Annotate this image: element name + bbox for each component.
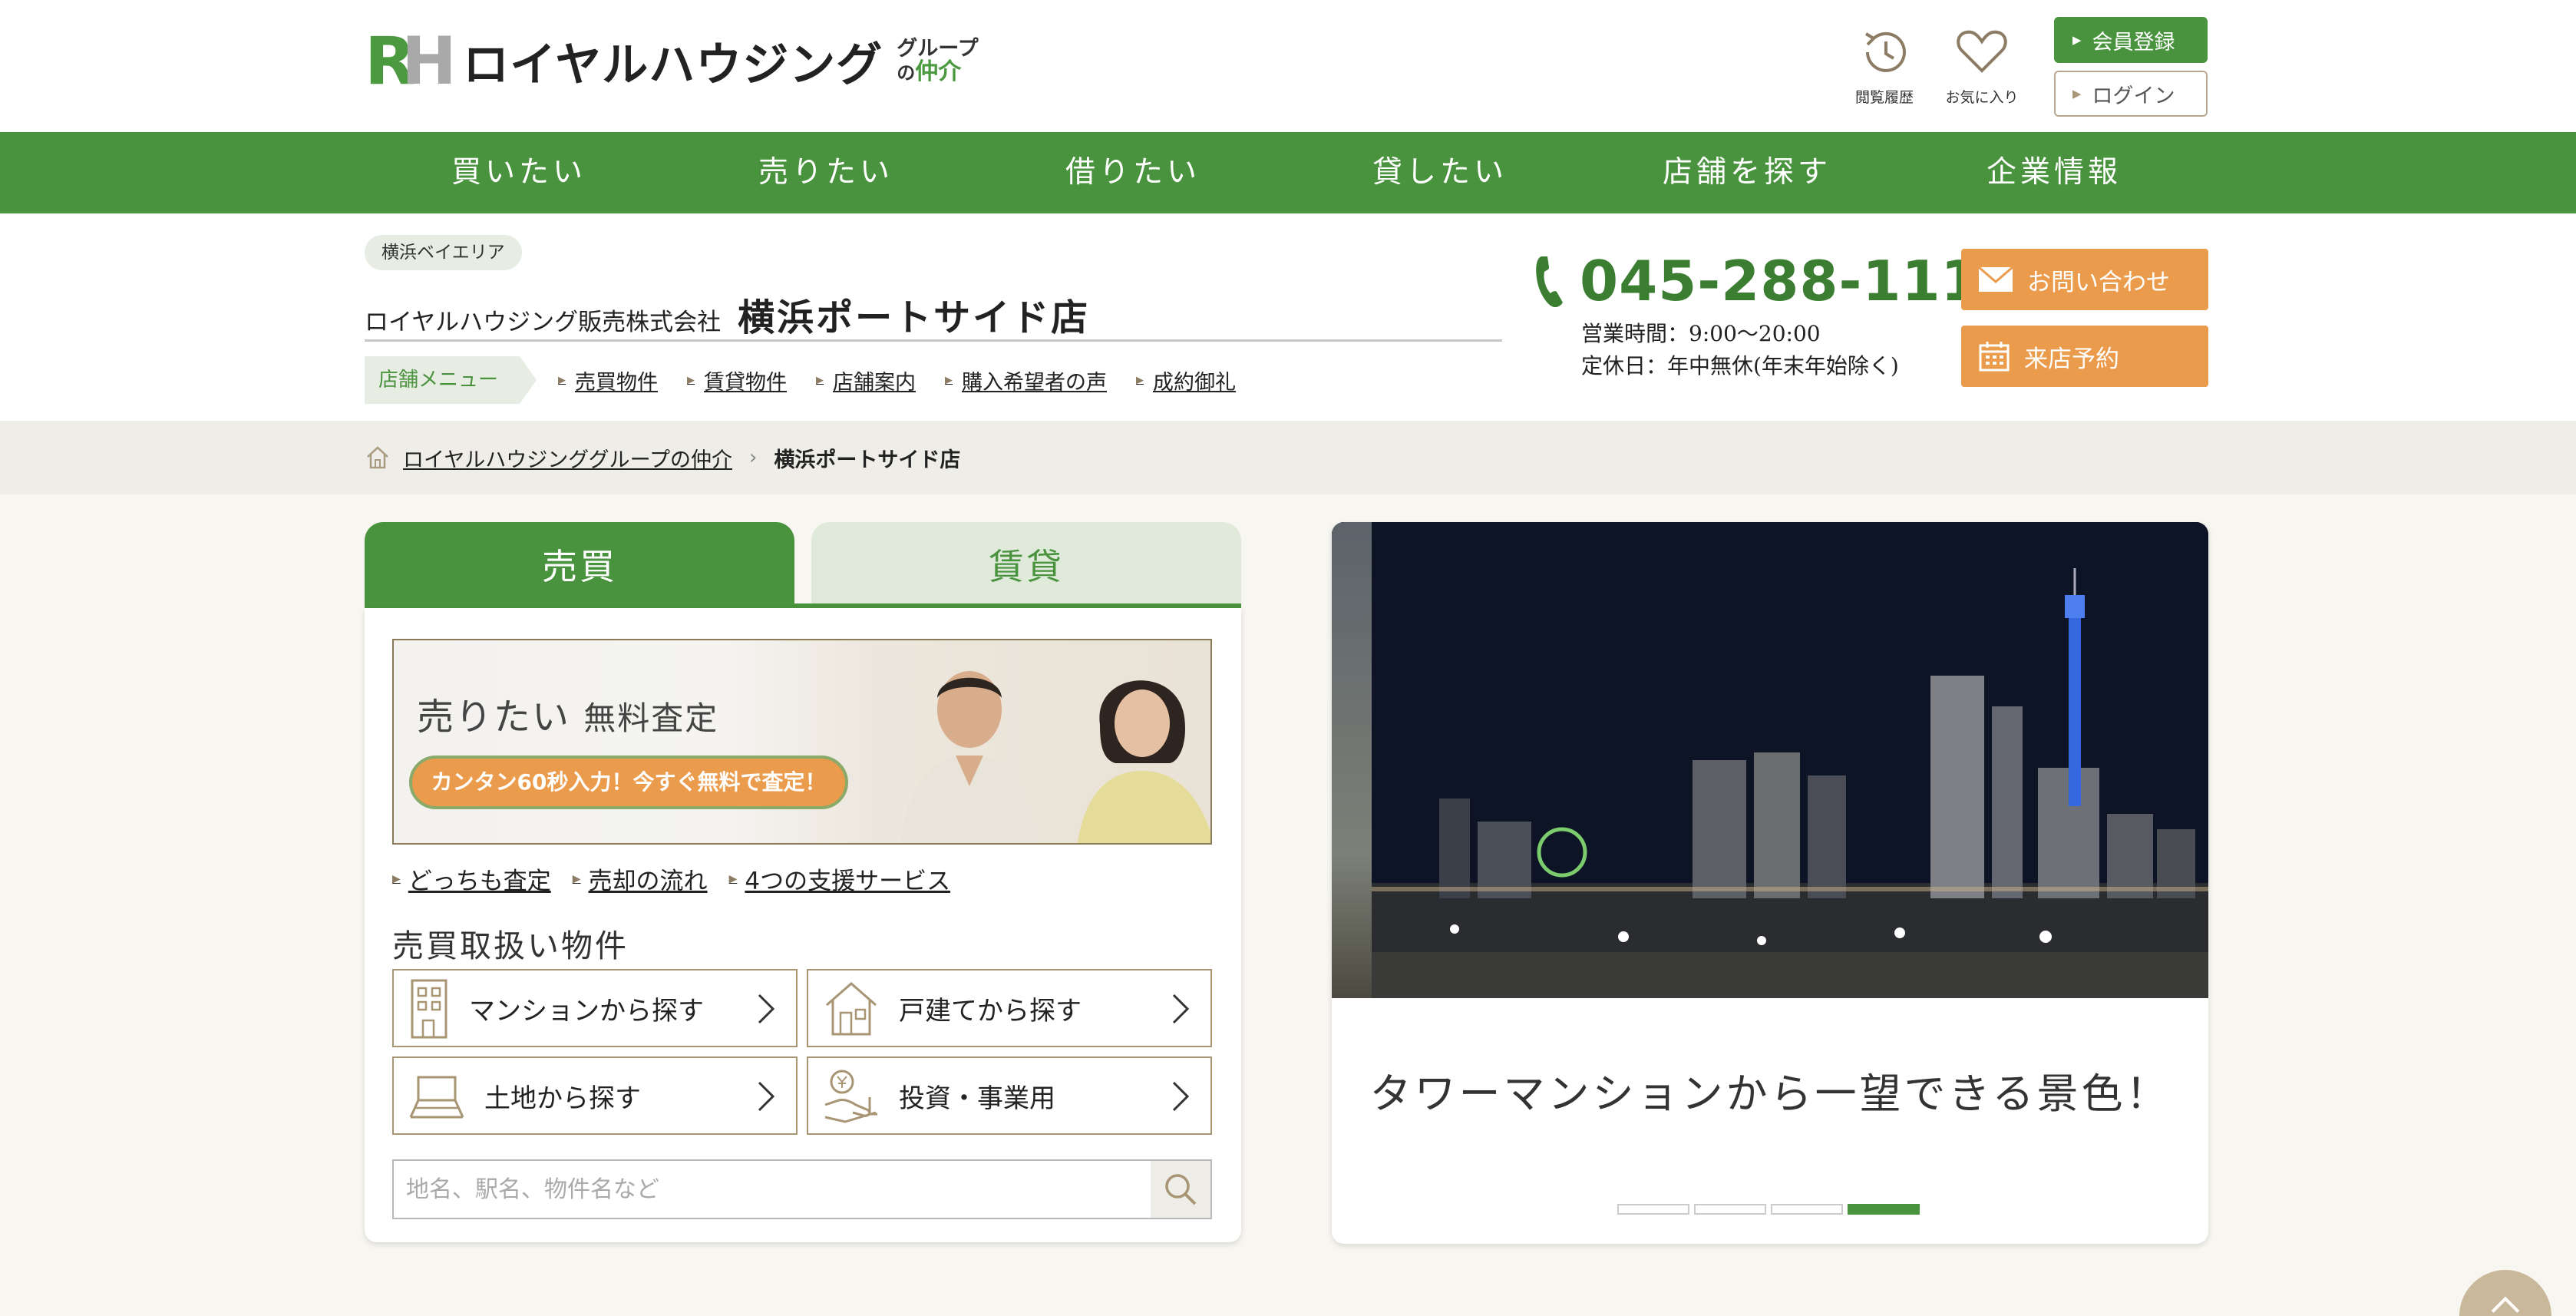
triangle-right-icon: ▶ bbox=[687, 374, 695, 386]
tab-buy-sell[interactable]: 売買 bbox=[365, 522, 794, 608]
night-city-photo bbox=[1332, 522, 2208, 998]
login-button[interactable]: ▶ ログイン bbox=[2054, 71, 2208, 117]
history-button[interactable]: 閲覧履歴 bbox=[1842, 28, 1927, 107]
page-top-button[interactable] bbox=[2459, 1270, 2551, 1316]
calendar-icon bbox=[1979, 342, 2010, 372]
store-menu-sale[interactable]: ▶ 売買物件 bbox=[558, 365, 658, 395]
logo-subtext: グループ の仲介 bbox=[897, 36, 979, 85]
mail-icon bbox=[1978, 266, 2013, 292]
triangle-right-icon: ▶ bbox=[945, 374, 953, 386]
chevron-right-icon bbox=[758, 1081, 775, 1112]
store-menu-label: 店舗メニュー bbox=[365, 356, 537, 404]
breadcrumb: ロイヤルハウジンググループの仲介 › 横浜ポートサイド店 bbox=[0, 421, 2576, 494]
link-sale-flow[interactable]: ▶ 売却の流れ bbox=[573, 861, 708, 896]
banner-cta: カンタン60秒入力！今すぐ無料で査定！ bbox=[409, 756, 848, 809]
triangle-right-icon: ▶ bbox=[816, 374, 824, 386]
divider bbox=[365, 339, 1502, 342]
business-hours: 営業時間：9:00〜20:00 定休日：年中無休(年末年始除く) bbox=[1581, 321, 1899, 379]
link-support-services[interactable]: ▶ 4つの支援サービス bbox=[729, 861, 951, 896]
previous-slide-peek bbox=[1332, 522, 1372, 998]
chevron-right-icon bbox=[1172, 994, 1190, 1024]
chevron-up-icon bbox=[2491, 1296, 2520, 1316]
heart-icon bbox=[1957, 30, 2007, 73]
triangle-right-icon: ▶ bbox=[558, 374, 566, 386]
search-land-button[interactable]: 土地から探す bbox=[392, 1056, 798, 1135]
area-badge: 横浜ベイエリア bbox=[365, 235, 522, 270]
man-photo bbox=[900, 671, 1042, 843]
slider-dot-3[interactable] bbox=[1771, 1204, 1843, 1215]
clock-icon bbox=[1864, 31, 1906, 72]
logo-mark-icon: RH bbox=[365, 22, 457, 100]
breadcrumb-home[interactable]: ロイヤルハウジンググループの仲介 bbox=[403, 443, 732, 473]
site-header: RH ロイヤルハウジング グループ の仲介 閲覧履歴 お気に入り ▶ 会員登録 … bbox=[0, 0, 2576, 132]
global-nav: 買いたい 売りたい 借りたい 貸したい 店舗を探す 企業情報 bbox=[0, 132, 2576, 213]
nav-item-lease[interactable]: 貸したい bbox=[1317, 132, 1563, 213]
building-icon bbox=[411, 979, 447, 1039]
banner-title: 売りたい 無料査定 bbox=[417, 696, 719, 739]
tab-rent[interactable]: 賃貸 bbox=[811, 522, 1241, 608]
slider-dot-2[interactable] bbox=[1694, 1204, 1766, 1215]
store-header: 横浜ベイエリア ロイヤルハウジング販売株式会社 横浜ポートサイド店 店舗メニュー… bbox=[0, 213, 2576, 421]
search-mansion-button[interactable]: マンションから探す bbox=[392, 969, 798, 1047]
company-name: ロイヤルハウジング販売株式会社 bbox=[365, 309, 722, 336]
slide-image-night-view[interactable] bbox=[1332, 522, 2208, 998]
phone-number[interactable]: 045-288-1111 bbox=[1534, 249, 2020, 313]
slider-dot-4[interactable] bbox=[1848, 1204, 1920, 1215]
slide-caption: タワーマンションから一望できる景色！ bbox=[1369, 1070, 2171, 1118]
home-icon bbox=[367, 446, 388, 469]
store-menu-guide[interactable]: ▶ 店舗案内 bbox=[816, 365, 916, 395]
store-menu-thanks[interactable]: ▶ 成約御礼 bbox=[1136, 365, 1236, 395]
valuation-banner[interactable]: 売りたい 無料査定 カンタン60秒入力！今すぐ無料で査定！ bbox=[392, 639, 1212, 845]
visit-reservation-button[interactable]: 来店予約 bbox=[1961, 326, 2208, 387]
keyword-search-input[interactable] bbox=[394, 1161, 1154, 1218]
store-menu-voices[interactable]: ▶ 購入希望者の声 bbox=[945, 365, 1107, 395]
nav-item-sell[interactable]: 売りたい bbox=[703, 132, 949, 213]
contact-button[interactable]: お問い合わせ bbox=[1961, 249, 2208, 310]
chevron-right-icon bbox=[1172, 1081, 1190, 1112]
favorites-button[interactable]: お気に入り bbox=[1940, 28, 2024, 107]
property-search-panel: 売買 賃貸 売りたい 無料査定 カンタン60秒入力！今すぐ無料で査定！ ▶ どっち… bbox=[365, 522, 1241, 1244]
keyword-search bbox=[392, 1159, 1212, 1219]
breadcrumb-current: 横浜ポートサイド店 bbox=[774, 448, 961, 472]
section-title: 売買取扱い物件 bbox=[392, 927, 629, 964]
logo-text: ロイヤルハウジング bbox=[463, 38, 883, 92]
search-icon bbox=[1165, 1174, 1197, 1205]
triangle-right-icon: ▶ bbox=[2072, 33, 2082, 47]
history-label: 閲覧履歴 bbox=[1854, 89, 1914, 106]
yen-coin-hand-icon bbox=[824, 1070, 877, 1123]
triangle-right-icon: ▶ bbox=[728, 872, 738, 885]
site-logo[interactable]: RH ロイヤルハウジング グループ の仲介 bbox=[365, 28, 979, 94]
panel-body: 売りたい 無料査定 カンタン60秒入力！今すぐ無料で査定！ ▶ どっちも査定 ▶ 売… bbox=[365, 608, 1241, 1242]
favorites-label: お気に入り bbox=[1945, 89, 2019, 106]
chevron-right-icon: › bbox=[749, 446, 758, 469]
slider-pagination bbox=[1617, 1204, 1924, 1215]
woman-photo bbox=[1077, 680, 1210, 843]
house-icon bbox=[826, 982, 877, 1036]
chevron-right-icon bbox=[758, 994, 775, 1024]
store-photo-slider: タワーマンションから一望できる景色！ bbox=[1332, 522, 2208, 1244]
triangle-right-icon: ▶ bbox=[1136, 374, 1144, 386]
nav-item-buy[interactable]: 買いたい bbox=[396, 132, 642, 213]
search-button[interactable] bbox=[1151, 1161, 1210, 1218]
triangle-right-icon: ▶ bbox=[2072, 87, 2082, 101]
search-house-button[interactable]: 戸建てから探す bbox=[807, 969, 1212, 1047]
link-both-valuation[interactable]: ▶ どっちも査定 bbox=[392, 861, 551, 896]
search-investment-button[interactable]: 投資・事業用 bbox=[807, 1056, 1212, 1135]
store-menu-rental[interactable]: ▶ 賃貸物件 bbox=[687, 365, 787, 395]
slider-dot-1[interactable] bbox=[1617, 1204, 1689, 1215]
member-register-button[interactable]: ▶ 会員登録 bbox=[2054, 17, 2208, 63]
store-name: 横浜ポートサイド店 bbox=[738, 296, 1091, 339]
sell-links: ▶ どっちも査定 ▶ 売却の流れ ▶ 4つの支援サービス bbox=[392, 861, 972, 896]
triangle-right-icon: ▶ bbox=[572, 872, 581, 885]
store-menu: 店舗メニュー ▶ 売買物件 ▶ 賃貸物件 ▶ 店舗案内 ▶ 購入希望者の声 ▶ 成約御礼 bbox=[365, 356, 1236, 404]
triangle-right-icon: ▶ bbox=[392, 872, 401, 885]
nav-item-company[interactable]: 企業情報 bbox=[1931, 132, 2177, 213]
store-title: ロイヤルハウジング販売株式会社 横浜ポートサイド店 bbox=[365, 287, 1090, 341]
land-icon bbox=[409, 1076, 464, 1119]
nav-item-stores[interactable]: 店舗を探す bbox=[1624, 132, 1870, 213]
phone-icon bbox=[1536, 256, 1563, 308]
nav-item-rent[interactable]: 借りたい bbox=[1010, 132, 1256, 213]
